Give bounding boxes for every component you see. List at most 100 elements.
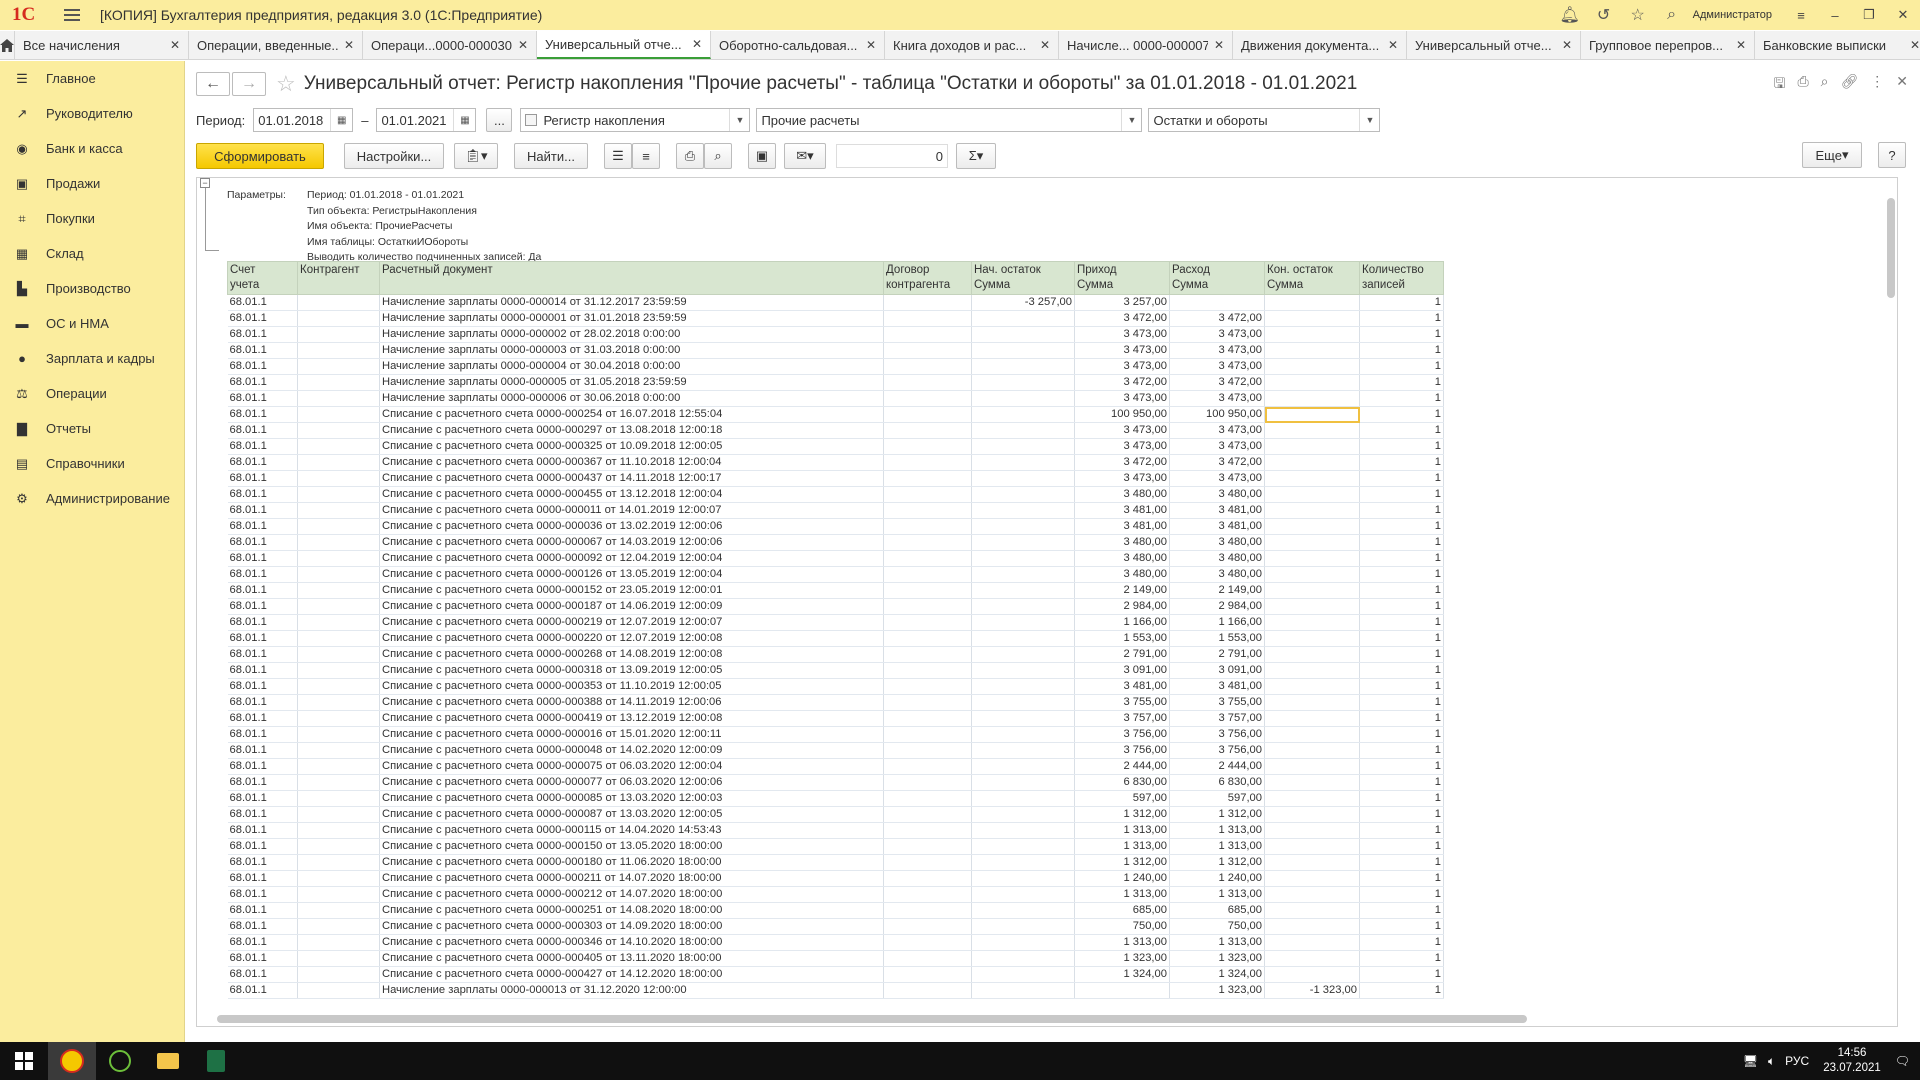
table-cell[interactable]: 3 473,00 [1169,358,1265,375]
table-cell[interactable] [1264,694,1360,711]
save-icon[interactable]: 🖫︎ [1774,73,1786,97]
table-cell[interactable]: Начисление зарплаты 0000-000014 от 31.12… [379,294,884,311]
table-cell[interactable]: 3 756,00 [1169,742,1265,759]
close-tab-icon[interactable]: ✕ [518,38,528,52]
table-cell[interactable]: Начисление зарплаты 0000-000006 от 30.06… [379,390,884,407]
table-cell[interactable]: 3 091,00 [1169,662,1265,679]
table-cell[interactable] [297,678,380,695]
table-cell[interactable]: 3 480,00 [1169,550,1265,567]
table-cell[interactable]: 68.01.1 [227,694,298,711]
collapse-group-icon[interactable]: − [200,178,210,188]
table-cell[interactable]: 68.01.1 [227,486,298,503]
window-tab[interactable]: Операци...0000-000030 ✕ [363,31,537,59]
table-cell[interactable]: 1 313,00 [1074,838,1170,855]
table-cell[interactable] [883,502,972,519]
table-cell[interactable]: Списание с расчетного счета 0000-000011 … [379,502,884,519]
sidebar-item[interactable]: ⌗ Покупки [0,201,184,236]
table-cell[interactable]: 685,00 [1169,902,1265,919]
table-cell[interactable]: 68.01.1 [227,822,298,839]
table-cell[interactable]: 3 472,00 [1169,310,1265,327]
table-cell[interactable]: 2 444,00 [1074,758,1170,775]
table-cell[interactable]: 68.01.1 [227,614,298,631]
close-tab-icon[interactable]: ✕ [692,37,702,51]
table-cell[interactable]: Списание с расчетного счета 0000-000126 … [379,566,884,583]
sum-mode-button[interactable]: Σ▾ [956,143,996,169]
table-cell[interactable]: 2 791,00 [1169,646,1265,663]
table-cell[interactable]: Списание с расчетного счета 0000-000405 … [379,950,884,967]
table-cell[interactable]: 6 830,00 [1074,774,1170,791]
table-cell[interactable] [1264,646,1360,663]
table-cell[interactable] [883,710,972,727]
object-type-select[interactable]: Регистр накопления ▼ [520,108,751,132]
table-cell[interactable]: Списание с расчетного счета 0000-000087 … [379,806,884,823]
collapse-groups-button[interactable]: ≡ [632,143,660,169]
table-cell[interactable] [297,886,380,903]
table-cell[interactable]: 1 [1359,822,1444,839]
table-cell[interactable] [297,406,380,423]
table-cell[interactable] [971,358,1075,375]
table-cell[interactable] [297,390,380,407]
table-cell[interactable] [971,486,1075,503]
table-cell[interactable] [297,630,380,647]
sidebar-item[interactable]: ▙ Производство [0,271,184,306]
find-button[interactable]: Найти... [514,143,588,169]
table-cell[interactable]: 68.01.1 [227,390,298,407]
table-cell[interactable]: 3 473,00 [1074,342,1170,359]
table-cell[interactable]: 2 984,00 [1169,598,1265,615]
table-cell[interactable]: -1 323,00 [1264,982,1360,999]
table-cell[interactable]: 2 149,00 [1074,582,1170,599]
sidebar-item[interactable]: ▇ Отчеты [0,411,184,446]
close-tab-icon[interactable]: ✕ [1214,38,1224,52]
table-cell[interactable]: 68.01.1 [227,422,298,439]
table-cell[interactable] [971,806,1075,823]
table-cell[interactable]: 68.01.1 [227,550,298,567]
table-cell[interactable]: 1 [1359,598,1444,615]
table-cell[interactable]: 1 313,00 [1169,838,1265,855]
table-cell[interactable]: 68.01.1 [227,758,298,775]
table-cell[interactable] [1264,438,1360,455]
table-cell[interactable] [297,598,380,615]
table-cell[interactable]: Списание с расчетного счета 0000-000297 … [379,422,884,439]
table-cell[interactable] [1264,582,1360,599]
table-cell[interactable] [297,694,380,711]
table-cell[interactable]: 1 313,00 [1169,934,1265,951]
table-cell[interactable]: 68.01.1 [227,886,298,903]
table-cell[interactable]: 68.01.1 [227,934,298,951]
table-cell[interactable] [297,726,380,743]
table-cell[interactable]: 1 313,00 [1169,886,1265,903]
table-cell[interactable]: 1 [1359,854,1444,871]
table-cell[interactable] [971,822,1075,839]
table-cell[interactable] [883,790,972,807]
date-from-field[interactable]: 01.01.2018 ▦ [253,108,354,132]
table-cell[interactable]: Списание с расчетного счета 0000-000254 … [379,406,884,423]
table-cell[interactable] [971,374,1075,391]
table-cell[interactable]: 1 [1359,838,1444,855]
table-cell[interactable] [883,982,972,999]
sidebar-item[interactable]: ☰ Главное [0,61,184,96]
table-cell[interactable] [883,726,972,743]
table-cell[interactable]: 3 480,00 [1169,486,1265,503]
table-cell[interactable]: 1 [1359,662,1444,679]
date-to-field[interactable]: 01.01.2021 ▦ [376,108,477,132]
table-cell[interactable] [1264,678,1360,695]
table-cell[interactable] [971,390,1075,407]
table-cell[interactable] [1264,374,1360,391]
table-cell[interactable]: 1 240,00 [1169,870,1265,887]
close-tab-icon[interactable]: ✕ [866,38,876,52]
table-cell[interactable]: 3 756,00 [1074,742,1170,759]
window-tab[interactable]: Универсальный отче... ✕ [1407,31,1581,59]
table-cell[interactable]: 3 481,00 [1074,502,1170,519]
table-cell[interactable]: Списание с расчетного счета 0000-000180 … [379,854,884,871]
table-cell[interactable]: 3 473,00 [1169,326,1265,343]
table-cell[interactable]: Списание с расчетного счета 0000-000067 … [379,534,884,551]
table-cell[interactable]: 1 [1359,966,1444,983]
table-cell[interactable] [297,502,380,519]
table-cell[interactable]: 1 323,00 [1169,950,1265,967]
table-cell[interactable]: Списание с расчетного счета 0000-000075 … [379,758,884,775]
table-cell[interactable]: 3 756,00 [1074,726,1170,743]
table-cell[interactable]: 68.01.1 [227,374,298,391]
table-cell[interactable] [297,614,380,631]
table-cell[interactable]: Списание с расчетного счета 0000-000212 … [379,886,884,903]
window-tab[interactable]: Оборотно-сальдовая... ✕ [711,31,885,59]
sidebar-item[interactable]: ▤ Справочники [0,446,184,481]
